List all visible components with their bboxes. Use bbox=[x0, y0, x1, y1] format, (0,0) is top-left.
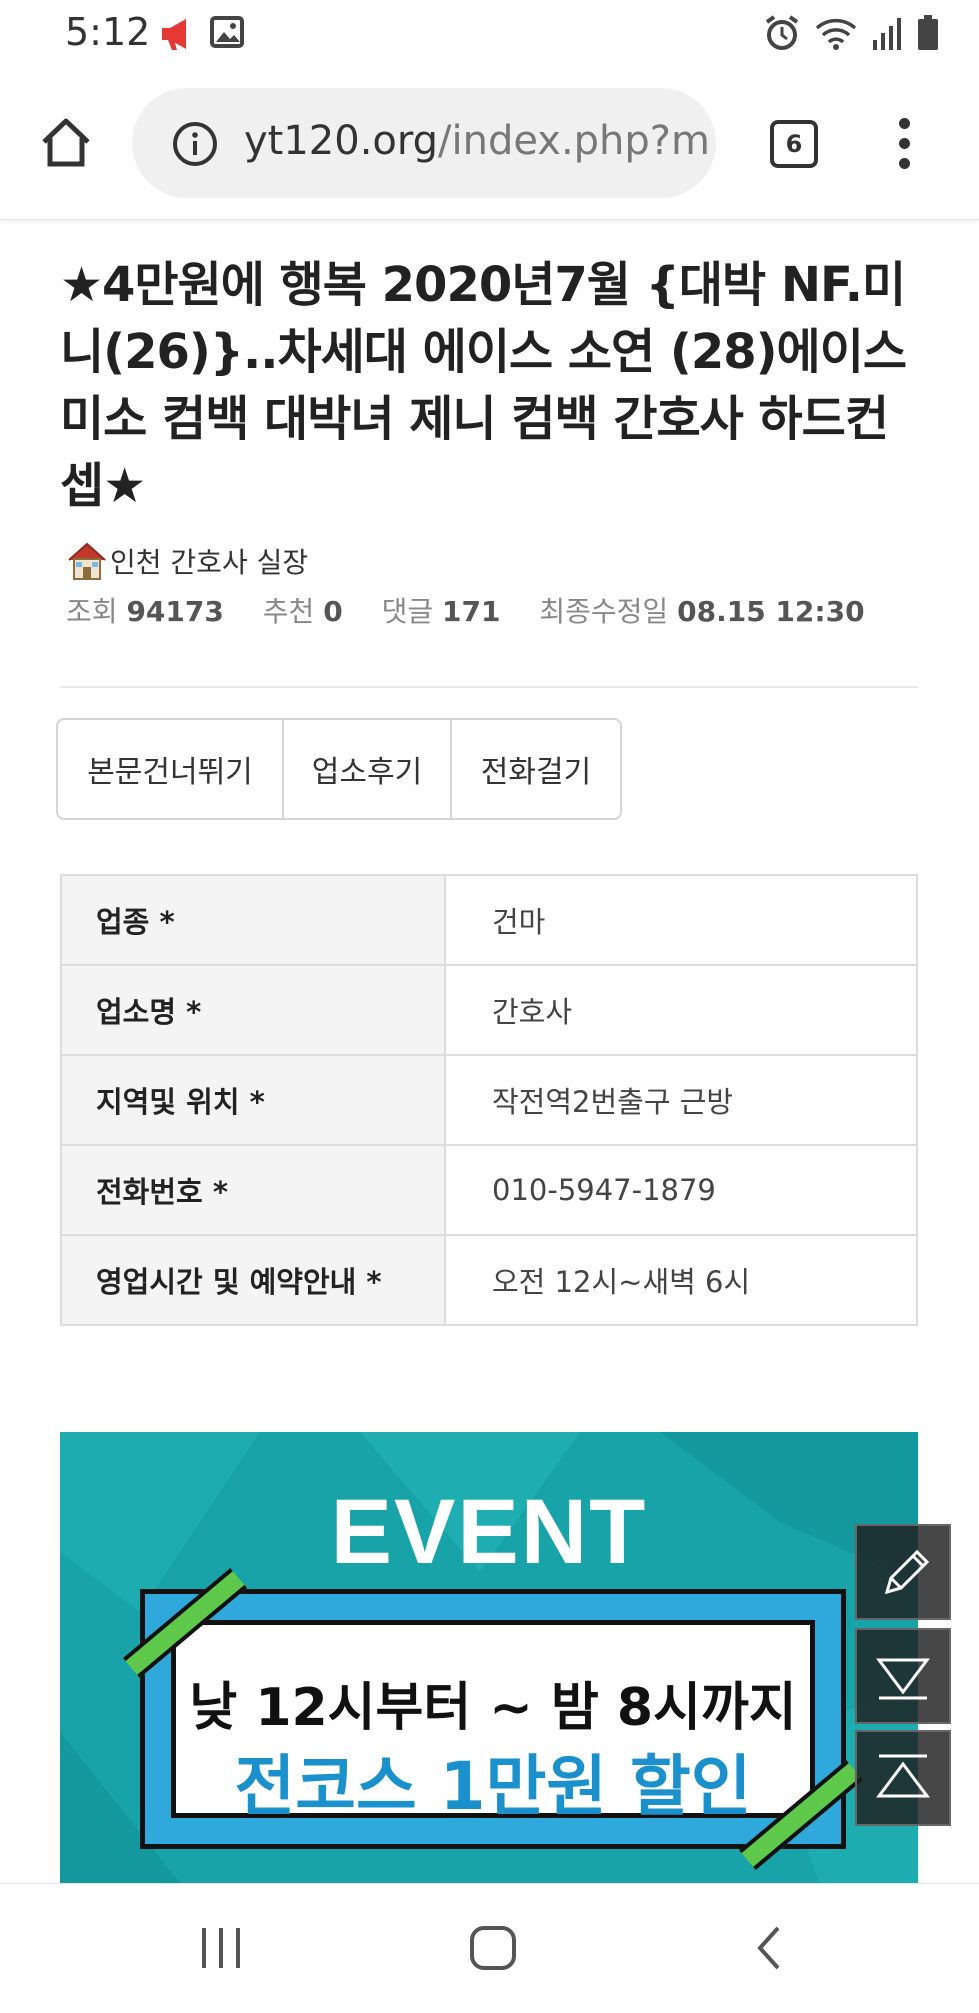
tab-switcher-button[interactable]: 6 bbox=[770, 120, 818, 168]
comments-count: 171 bbox=[442, 595, 501, 628]
wifi-icon bbox=[815, 18, 857, 50]
table-row: 전화번호 * 010-5947-1879 bbox=[60, 1144, 918, 1236]
reviews-button[interactable]: 업소후기 bbox=[284, 720, 452, 818]
banner-line-1: 낮 12시부터 ~ 밤 8시까지 bbox=[189, 1678, 797, 1738]
field-value: 010-5947-1879 bbox=[444, 1144, 918, 1236]
field-label: 업소명 * bbox=[60, 964, 446, 1056]
table-row: 영업시간 및 예약안내 * 오전 12시~새벽 6시 bbox=[60, 1234, 918, 1326]
write-post-button[interactable] bbox=[855, 1524, 951, 1620]
navigation-bar bbox=[0, 1883, 979, 2013]
megaphone-icon bbox=[162, 19, 186, 50]
action-button-group: 본문건너뛰기 업소후기 전화걸기 bbox=[56, 718, 622, 820]
updated-label: 최종수정일 bbox=[539, 595, 669, 628]
field-value: 작전역2번출구 근방 bbox=[444, 1054, 918, 1146]
status-bar: 5:12 bbox=[0, 0, 979, 72]
scroll-up-button[interactable] bbox=[855, 1730, 951, 1826]
post-meta: 조회 94173 추천 0 댓글 171 최종수정일 08.15 12:30 bbox=[66, 590, 895, 630]
home-icon[interactable] bbox=[36, 112, 96, 172]
event-banner[interactable]: EVENT 낮 12시부터 ~ 밤 8시까지 전코스 1만원 할인 bbox=[60, 1432, 918, 1883]
scroll-down-button[interactable] bbox=[855, 1628, 951, 1724]
back-icon[interactable] bbox=[750, 1920, 790, 1976]
recent-apps-icon[interactable] bbox=[196, 1920, 246, 1976]
banner-line-2: 전코스 1만원 할인 bbox=[234, 1748, 752, 1825]
table-row: 업종 * 건마 bbox=[60, 874, 918, 966]
banner-ticket: 낮 12시부터 ~ 밤 8시까지 전코스 1만원 할인 bbox=[123, 1568, 863, 1870]
url-domain: yt120.org bbox=[244, 118, 439, 164]
call-button[interactable]: 전화걸기 bbox=[452, 720, 620, 818]
field-label: 전화번호 * bbox=[60, 1144, 446, 1236]
views-count: 94173 bbox=[126, 595, 224, 628]
address-bar[interactable]: yt120.org/index.php?m bbox=[132, 88, 716, 198]
pencil-icon bbox=[884, 1549, 930, 1595]
alarm-icon bbox=[765, 15, 799, 50]
views-label: 조회 bbox=[66, 595, 118, 628]
field-value: 건마 bbox=[444, 874, 918, 966]
field-value: 간호사 bbox=[444, 964, 918, 1056]
table-row: 지역및 위치 * 작전역2번출구 근방 bbox=[60, 1054, 918, 1146]
likes-label: 추천 bbox=[262, 595, 315, 628]
field-label: 지역및 위치 * bbox=[60, 1054, 446, 1146]
url-text[interactable]: yt120.org/index.php?m bbox=[244, 118, 710, 164]
browser-toolbar: yt120.org/index.php?m 6 bbox=[0, 72, 979, 220]
more-menu-icon[interactable] bbox=[896, 118, 912, 174]
home-icon[interactable] bbox=[466, 1920, 522, 1976]
post-title: ★4만원에 행복 2020년7월 {대박 NF.미니(26)}..차세대 에이스… bbox=[60, 257, 907, 514]
banner-ticket-inner: 낮 12시부터 ~ 밤 8시까지 전코스 1만원 할인 bbox=[171, 1620, 815, 1825]
field-value: 오전 12시~새벽 6시 bbox=[444, 1234, 918, 1326]
scroll-up-icon bbox=[876, 1754, 930, 1798]
image-icon bbox=[210, 16, 244, 48]
house-icon bbox=[68, 542, 106, 580]
field-label: 영업시간 및 예약안내 * bbox=[60, 1234, 446, 1326]
banner-heading: EVENT bbox=[330, 1481, 648, 1583]
status-time: 5:12 bbox=[65, 10, 151, 54]
info-icon[interactable] bbox=[172, 121, 218, 167]
comments-label: 댓글 bbox=[381, 595, 434, 628]
likes-count: 0 bbox=[323, 595, 343, 628]
skip-content-button[interactable]: 본문건너뛰기 bbox=[58, 720, 284, 818]
post-author[interactable]: 인천 간호사 실장 bbox=[66, 540, 308, 582]
field-label: 업종 * bbox=[60, 874, 446, 966]
battery-icon bbox=[918, 15, 938, 50]
author-name: 인천 간호사 실장 bbox=[110, 546, 309, 579]
info-table: 업종 * 건마 업소명 * 간호사 지역및 위치 * 작전역2번출구 근방 전화번호 * 01… bbox=[60, 874, 918, 1326]
divider bbox=[60, 686, 918, 688]
signal-icon bbox=[873, 18, 901, 50]
url-path: /index.php?m bbox=[438, 118, 710, 164]
updated-date: 08.15 12:30 bbox=[677, 595, 865, 628]
scroll-down-icon bbox=[876, 1658, 930, 1700]
table-row: 업소명 * 간호사 bbox=[60, 964, 918, 1056]
